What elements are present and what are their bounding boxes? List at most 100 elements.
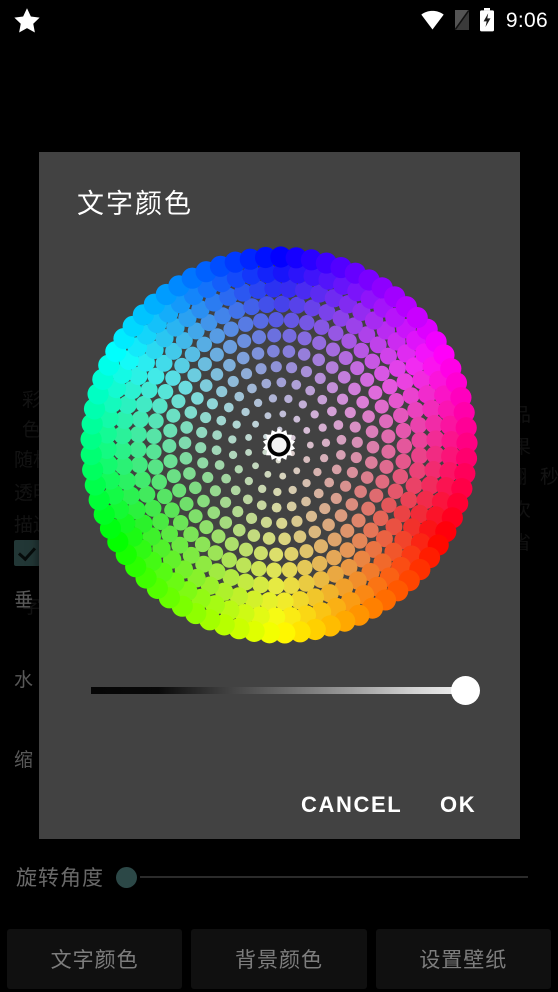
color-swatch-dot[interactable] xyxy=(247,383,257,394)
color-swatch-dot[interactable] xyxy=(206,398,218,410)
color-swatch-dot[interactable] xyxy=(216,386,228,398)
color-swatch-dot[interactable] xyxy=(165,370,181,386)
color-swatch-dot[interactable] xyxy=(223,321,239,337)
color-swatch-dot[interactable] xyxy=(344,406,356,419)
color-swatch-dot[interactable] xyxy=(282,345,296,358)
color-swatch-dot[interactable] xyxy=(319,453,329,463)
color-swatch-dot[interactable] xyxy=(352,533,368,549)
color-swatch-dot[interactable] xyxy=(354,485,367,498)
color-swatch-dot[interactable] xyxy=(402,387,420,405)
color-swatch-dot[interactable] xyxy=(303,456,311,464)
color-swatch-dot[interactable] xyxy=(324,477,335,488)
color-swatch-dot[interactable] xyxy=(221,473,231,484)
color-swatch-dot[interactable] xyxy=(405,477,423,495)
color-swatch-dot[interactable] xyxy=(174,357,190,374)
color-swatch-dot[interactable] xyxy=(224,536,239,551)
color-swatch-dot[interactable] xyxy=(297,331,312,346)
color-swatch-dot[interactable] xyxy=(362,410,375,423)
color-swatch-dot[interactable] xyxy=(252,420,259,428)
color-swatch-dot[interactable] xyxy=(328,325,344,341)
color-swatch-dot[interactable] xyxy=(318,423,327,432)
color-swatch-dot[interactable] xyxy=(345,498,359,511)
color-swatch-dot[interactable] xyxy=(237,333,252,349)
color-swatch-dot[interactable] xyxy=(216,415,227,426)
color-swatch-dot[interactable] xyxy=(197,357,212,372)
color-swatch-dot[interactable] xyxy=(228,435,237,444)
color-swatch-dot[interactable] xyxy=(209,347,224,362)
color-swatch-dot[interactable] xyxy=(393,407,409,424)
color-swatch-dot[interactable] xyxy=(340,480,352,492)
color-swatch-dot[interactable] xyxy=(219,516,233,529)
color-swatch-dot[interactable] xyxy=(330,492,342,504)
color-swatch-dot[interactable] xyxy=(282,328,297,343)
color-swatch-dot[interactable] xyxy=(178,380,193,395)
color-swatch-dot[interactable] xyxy=(146,443,162,460)
color-swatch-dot[interactable] xyxy=(334,509,348,522)
color-swatch-dot[interactable] xyxy=(310,410,319,419)
color-swatch-dot[interactable] xyxy=(314,372,326,384)
color-swatch-dot[interactable] xyxy=(207,545,224,561)
color-swatch-dot[interactable] xyxy=(297,348,311,361)
color-swatch-dot[interactable] xyxy=(151,474,167,490)
color-swatch-dot[interactable] xyxy=(276,517,288,529)
color-swatch-dot[interactable] xyxy=(326,549,342,566)
color-swatch-dot[interactable] xyxy=(382,378,398,395)
color-swatch-dot[interactable] xyxy=(195,442,207,454)
color-swatch-dot[interactable] xyxy=(312,335,327,350)
color-swatch-dot[interactable] xyxy=(356,395,369,409)
color-swatch-dot[interactable] xyxy=(163,423,178,438)
color-swatch-dot[interactable] xyxy=(166,469,181,484)
color-swatch-dot[interactable] xyxy=(327,532,342,547)
color-swatch-dot[interactable] xyxy=(247,529,261,542)
color-swatch-dot[interactable] xyxy=(188,509,203,524)
color-swatch-dot[interactable] xyxy=(268,394,278,403)
color-swatch-dot[interactable] xyxy=(303,427,311,434)
color-swatch-dot[interactable] xyxy=(319,502,331,515)
color-swatch-dot[interactable] xyxy=(180,421,193,434)
color-swatch-dot[interactable] xyxy=(392,468,409,485)
color-swatch-dot[interactable] xyxy=(189,481,202,495)
color-swatch-dot[interactable] xyxy=(200,411,212,424)
color-swatch-dot[interactable] xyxy=(187,368,202,383)
color-wheel[interactable] xyxy=(79,245,479,645)
color-swatch-dot[interactable] xyxy=(284,546,299,561)
color-swatch-dot[interactable] xyxy=(300,366,313,378)
color-swatch-dot[interactable] xyxy=(406,306,428,329)
color-swatch-dot[interactable] xyxy=(260,516,272,528)
color-swatch-dot[interactable] xyxy=(242,494,253,505)
color-swatch-dot[interactable] xyxy=(197,457,209,469)
color-swatch-dot[interactable] xyxy=(156,488,173,505)
color-swatch-dot[interactable] xyxy=(336,434,347,445)
color-swatch-dot[interactable] xyxy=(407,401,425,419)
color-swatch-dot[interactable] xyxy=(313,467,322,477)
color-swatch-dot[interactable] xyxy=(293,530,307,543)
color-swatch-dot[interactable] xyxy=(341,333,357,349)
color-swatch-dot[interactable] xyxy=(350,452,362,464)
color-swatch-dot[interactable] xyxy=(336,393,349,405)
color-swatch-dot[interactable] xyxy=(147,459,164,475)
color-swatch-dot[interactable] xyxy=(375,474,390,489)
color-swatch-dot[interactable] xyxy=(360,471,374,484)
color-swatch-dot[interactable] xyxy=(279,410,287,418)
color-swatch-dot[interactable] xyxy=(302,478,311,488)
color-swatch-dot[interactable] xyxy=(252,462,259,470)
color-swatch-dot[interactable] xyxy=(163,454,178,469)
color-swatch-dot[interactable] xyxy=(313,488,324,499)
color-swatch-dot[interactable] xyxy=(395,422,412,439)
color-swatch-dot[interactable] xyxy=(306,441,314,449)
color-swatch-dot[interactable] xyxy=(223,402,234,413)
color-swatch-dot[interactable] xyxy=(291,515,303,527)
color-swatch-dot[interactable] xyxy=(135,395,153,413)
color-swatch-dot[interactable] xyxy=(171,394,186,409)
color-swatch-dot[interactable] xyxy=(410,416,428,434)
color-swatch-dot[interactable] xyxy=(308,525,322,539)
color-swatch-dot[interactable] xyxy=(288,485,297,495)
ok-button[interactable]: OK xyxy=(430,784,486,826)
color-swatch-dot[interactable] xyxy=(232,523,246,537)
color-swatch-dot[interactable] xyxy=(273,295,291,313)
color-selector-indicator[interactable] xyxy=(262,428,296,462)
color-swatch-dot[interactable] xyxy=(133,471,151,489)
color-swatch-dot[interactable] xyxy=(264,412,272,420)
color-swatch-dot[interactable] xyxy=(348,382,361,396)
color-swatch-dot[interactable] xyxy=(241,407,250,417)
